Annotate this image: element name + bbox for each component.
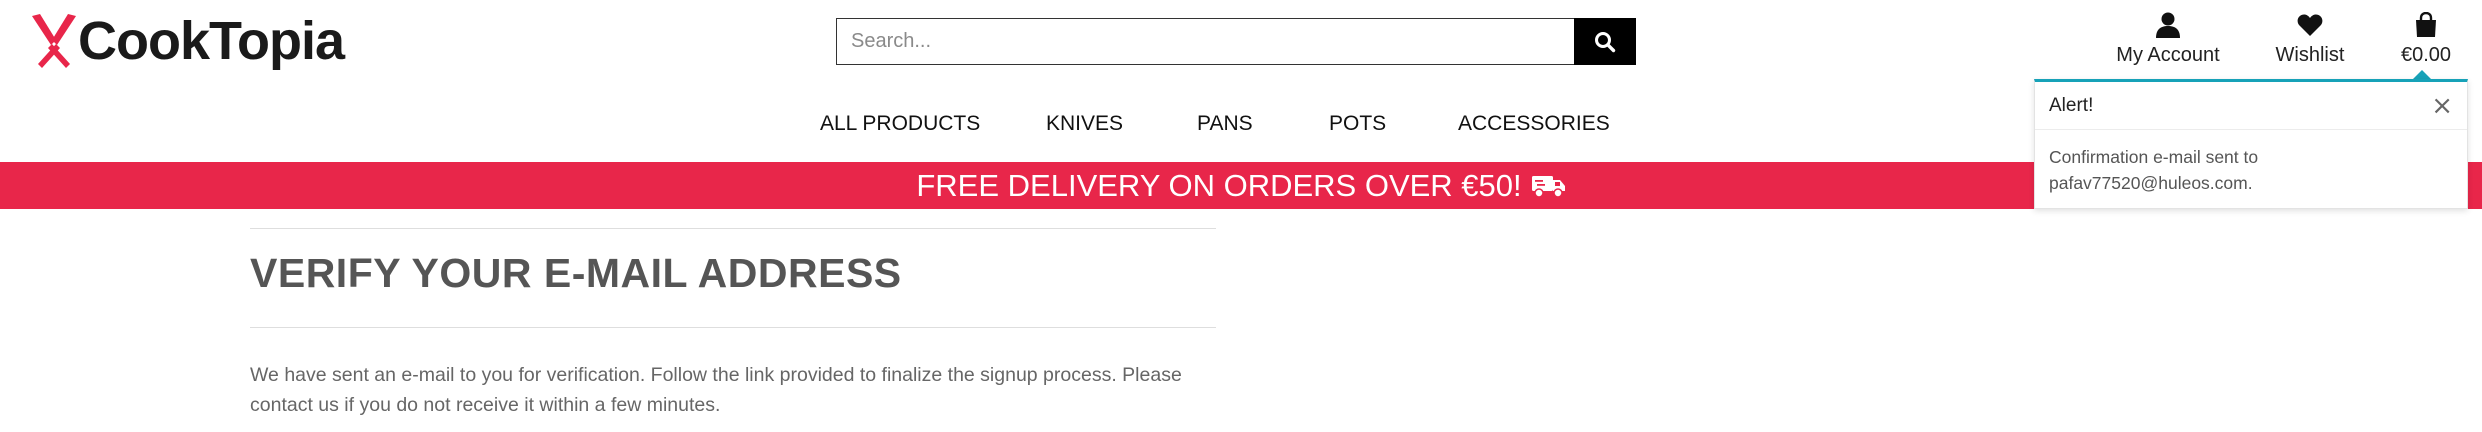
user-icon	[2156, 12, 2180, 38]
wishlist-label: Wishlist	[2275, 44, 2345, 66]
shopping-bag-icon	[2416, 12, 2436, 37]
shopping-bag-link[interactable]: €0.00	[2392, 12, 2460, 67]
delivery-banner-text: FREE DELIVERY ON ORDERS OVER €50!	[916, 167, 1522, 203]
toast-header: Alert! ×	[2035, 82, 2467, 130]
search-button[interactable]	[1574, 18, 1636, 65]
page-title: VERIFY YOUR E-MAIL ADDRESS	[250, 250, 902, 296]
alert-toast: Alert! × Confirmation e-mail sent to paf…	[2034, 79, 2468, 209]
my-account-label: My Account	[2116, 44, 2220, 66]
toast-message-line2: pafav77520@huleos.com.	[2049, 173, 2253, 193]
brand-name: CookTopia	[78, 11, 345, 71]
title-divider	[250, 327, 1216, 328]
toast-pointer	[2413, 70, 2431, 79]
top-divider	[250, 228, 1216, 229]
nav-item-all-products[interactable]: ALL PRODUCTS	[820, 112, 980, 136]
nav-item-pots[interactable]: POTS	[1329, 112, 1386, 136]
nav-item-pans[interactable]: PANS	[1197, 112, 1253, 136]
verification-message: We have sent an e-mail to you for verifi…	[250, 364, 1182, 416]
wishlist-link[interactable]: Wishlist	[2266, 12, 2354, 67]
heart-icon	[2297, 14, 2323, 36]
toast-body: Confirmation e-mail sent to pafav77520@h…	[2035, 130, 2467, 210]
truck-icon	[1531, 175, 1565, 198]
toast-message-line1: Confirmation e-mail sent to	[2049, 147, 2259, 167]
search-input[interactable]	[836, 18, 1574, 65]
brand-logo[interactable]: CookTopia	[26, 11, 345, 71]
bag-total: €0.00	[2400, 44, 2452, 66]
search-icon	[1595, 31, 1616, 52]
crossed-knives-logo-icon	[32, 14, 76, 68]
close-icon[interactable]: ×	[2431, 93, 2453, 119]
nav-item-knives[interactable]: KNIVES	[1046, 112, 1123, 136]
toast-title: Alert!	[2049, 94, 2094, 116]
nav-item-accessories[interactable]: ACCESSORIES	[1458, 112, 1610, 136]
search-bar	[836, 18, 1636, 65]
my-account-link[interactable]: My Account	[2110, 12, 2226, 67]
